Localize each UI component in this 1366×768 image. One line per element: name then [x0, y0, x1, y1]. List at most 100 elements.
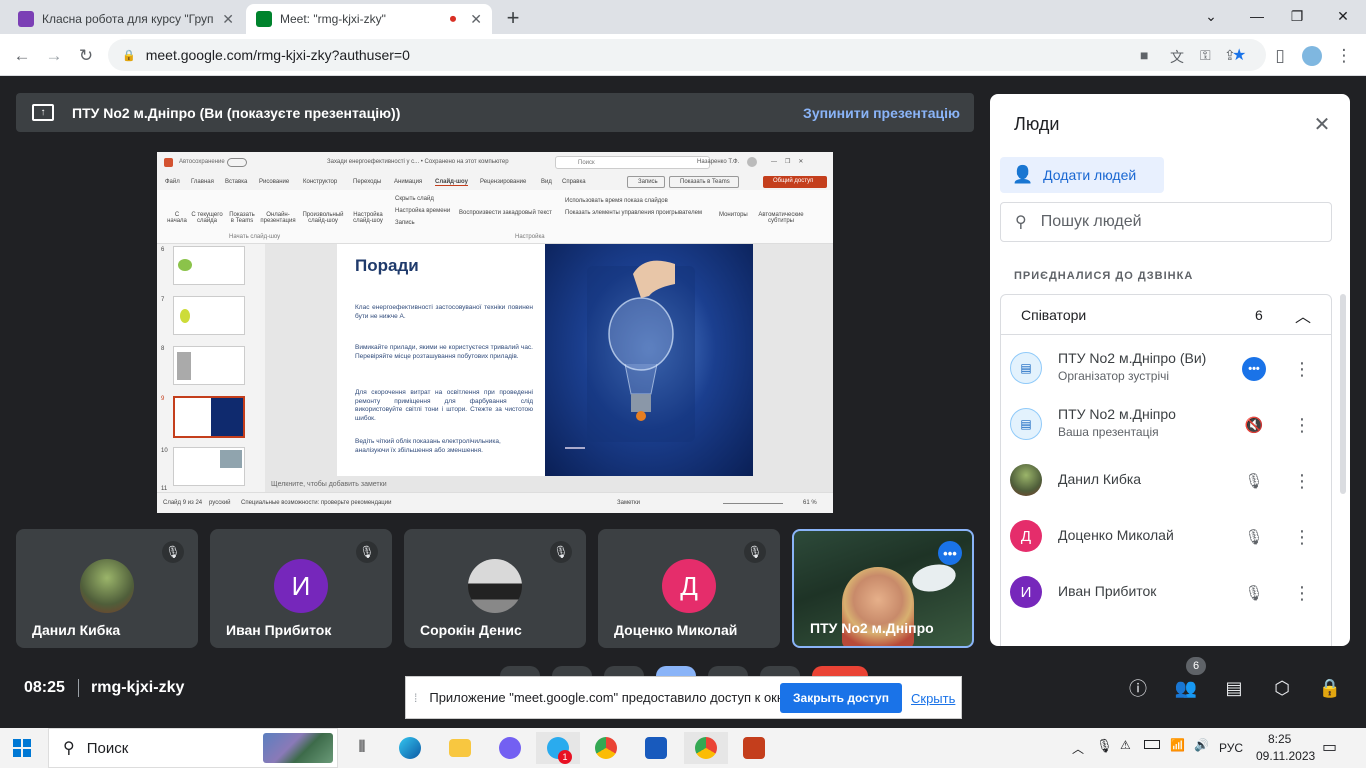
slide-thumbnail[interactable]: [173, 296, 245, 335]
ribbon-btn-subtitles[interactable]: Автоматические субтитры: [755, 212, 807, 224]
slide-thumbnail[interactable]: [173, 346, 245, 385]
address-bar[interactable]: 🔒 meet.google.com/rmg-kjxi-zky?authuser=…: [108, 39, 1266, 71]
tray-location-icon[interactable]: ⚠: [1120, 738, 1131, 752]
file-explorer-icon[interactable]: [440, 732, 480, 764]
kebab-menu-icon[interactable]: ⋮: [1290, 413, 1314, 437]
close-tab-icon[interactable]: ✕: [222, 11, 234, 28]
notifications-icon[interactable]: ▭: [1322, 737, 1337, 757]
reload-icon[interactable]: ↻: [72, 42, 100, 70]
ribbon-btn-record[interactable]: Запись: [395, 220, 415, 226]
tray-time[interactable]: 8:25: [1268, 732, 1291, 746]
camera-button[interactable]: [552, 666, 592, 676]
stop-sharing-button[interactable]: Закрыть доступ: [780, 683, 902, 713]
camera-icon[interactable]: ■: [1140, 47, 1148, 63]
tray-date[interactable]: 09.11.2023: [1256, 749, 1315, 763]
ribbon-btn-timing[interactable]: Настройка времени: [395, 208, 450, 214]
tray-chevron-icon[interactable]: ︿: [1072, 740, 1084, 757]
tray-mic-icon[interactable]: 🎙: [1096, 738, 1113, 754]
ppt-share-button[interactable]: Общий доступ: [763, 176, 827, 188]
slide-thumbnail-selected[interactable]: [173, 396, 245, 438]
ribbon-btn-monitors[interactable]: Мониторы: [719, 212, 748, 218]
telegram-icon[interactable]: 1: [536, 732, 580, 764]
slide-thumbnail[interactable]: [173, 447, 245, 486]
ribbon-tab-review[interactable]: Рецензирование: [480, 179, 526, 185]
ribbon-btn-online[interactable]: Онлайн-презентация: [259, 212, 297, 224]
present-button[interactable]: [656, 666, 696, 676]
chevron-up-icon[interactable]: ︿: [1295, 303, 1311, 327]
new-tab-button[interactable]: +: [500, 5, 526, 31]
key-icon[interactable]: ⚿: [1200, 47, 1211, 64]
ribbon-check-timings[interactable]: Использовать время показа слайдов: [565, 198, 668, 204]
ribbon-btn-from-start[interactable]: С начала: [165, 212, 189, 224]
participant-tile[interactable]: Д 🎙 Доценко Миколай: [598, 529, 780, 648]
close-icon[interactable]: ✕: [1310, 112, 1334, 136]
activities-icon[interactable]: ⬡: [1268, 674, 1296, 702]
slide-thumbnail[interactable]: [173, 246, 245, 285]
tray-battery-icon[interactable]: [1144, 740, 1160, 749]
ppt-record-button[interactable]: Запись: [627, 176, 665, 188]
tab-search-icon[interactable]: ⌄: [1188, 0, 1234, 32]
ribbon-tab-help[interactable]: Справка: [562, 179, 586, 185]
input-language[interactable]: РУС: [1219, 741, 1243, 755]
ribbon-check-narration[interactable]: Воспроизвести закадровый текст: [459, 210, 552, 216]
status-notes[interactable]: Заметки: [617, 500, 640, 506]
restore-button[interactable]: ❐: [1274, 0, 1320, 32]
menu-icon[interactable]: ⋮: [1330, 42, 1358, 70]
close-tab-icon[interactable]: ✕: [470, 11, 482, 28]
add-people-button[interactable]: 👤 Додати людей: [1000, 157, 1164, 193]
hide-link[interactable]: Скрыть: [911, 691, 955, 706]
participant-tile[interactable]: 🎙 Данил Кибка: [16, 529, 198, 648]
more-options-icon[interactable]: •••: [938, 541, 962, 565]
participant-row[interactable]: ▤ ПТУ No2 м.Дніпро Ваша презентація 🔇 ⋮: [1000, 396, 1320, 452]
tab-classroom[interactable]: Класна робота для курсу "Груп ✕: [8, 4, 244, 34]
people-search[interactable]: ⚲ Пошук людей: [1000, 202, 1332, 242]
ribbon-tab-insert[interactable]: Вставка: [225, 179, 247, 185]
taskbar-search[interactable]: ⚲ Поиск: [48, 728, 338, 768]
tray-volume-icon[interactable]: 🔊: [1194, 738, 1209, 752]
task-view-icon[interactable]: ⫴: [342, 732, 382, 764]
ribbon-check-controls[interactable]: Показать элементы управления проигрывате…: [565, 210, 702, 216]
reactions-button[interactable]: [708, 666, 748, 676]
ribbon-tab-animation[interactable]: Анимация: [394, 179, 422, 185]
self-video-tile[interactable]: ••• ПТУ No2 м.Дніпро: [792, 529, 974, 648]
edge-icon[interactable]: [390, 732, 430, 764]
leave-call-button[interactable]: [812, 666, 868, 676]
ribbon-tab-file[interactable]: Файл: [165, 179, 180, 185]
tab-meet[interactable]: Meet: "rmg-kjxi-zky" ⏺ ✕: [246, 4, 492, 34]
participant-row[interactable]: Данил Кибка 🎙 ⋮: [1000, 452, 1320, 508]
ribbon-tab-slideshow[interactable]: Слайд-шоу: [435, 179, 468, 186]
side-panel-icon[interactable]: ▯: [1266, 42, 1294, 70]
drag-handle-icon[interactable]: ⁞: [414, 691, 417, 705]
ribbon-btn-custom[interactable]: Произвольный слайд-шоу: [301, 212, 345, 224]
back-icon[interactable]: ←: [8, 42, 36, 70]
forward-icon[interactable]: →: [40, 42, 68, 70]
ribbon-btn-hide[interactable]: Скрыть слайд: [395, 196, 434, 202]
participant-tile[interactable]: И 🎙 Иван Прибиток: [210, 529, 392, 648]
kebab-menu-icon[interactable]: ⋮: [1290, 469, 1314, 493]
ppt-teams-button[interactable]: Показать в Teams: [669, 176, 739, 188]
kebab-menu-icon[interactable]: ⋮: [1290, 525, 1314, 549]
mic-button[interactable]: [500, 666, 540, 676]
viber-icon[interactable]: [490, 732, 530, 764]
info-icon[interactable]: ⓘ: [1124, 674, 1152, 702]
stop-presenting-button[interactable]: Зупинити презентацію: [803, 105, 960, 121]
ribbon-tab-home[interactable]: Главная: [191, 179, 214, 185]
kebab-menu-icon[interactable]: ⋮: [1290, 357, 1314, 381]
panel-scrollbar[interactable]: [1340, 294, 1346, 494]
kebab-menu-icon[interactable]: ⋮: [1290, 581, 1314, 605]
profile-avatar[interactable]: [1298, 42, 1326, 70]
ribbon-btn-setup[interactable]: Настройка слайд-шоу: [351, 212, 385, 224]
ribbon-tab-design[interactable]: Конструктор: [303, 179, 337, 185]
participant-row[interactable]: И Иван Прибиток 🎙 ⋮: [1000, 564, 1320, 620]
ribbon-tab-transitions[interactable]: Переходы: [353, 179, 381, 185]
powerpoint-icon[interactable]: [734, 732, 774, 764]
autosave-toggle[interactable]: [227, 158, 247, 167]
ppt-search-box[interactable]: Поиск: [555, 156, 710, 169]
word-icon[interactable]: [636, 732, 676, 764]
notes-placeholder[interactable]: Щелкните, чтобы добавить заметки: [271, 481, 387, 488]
windows-start-icon[interactable]: [2, 732, 42, 764]
participant-tile[interactable]: 🎙 Сорокін Денис: [404, 529, 586, 648]
chrome-icon[interactable]: [586, 732, 626, 764]
chat-icon[interactable]: ▤: [1220, 674, 1248, 702]
captions-button[interactable]: [604, 666, 644, 676]
